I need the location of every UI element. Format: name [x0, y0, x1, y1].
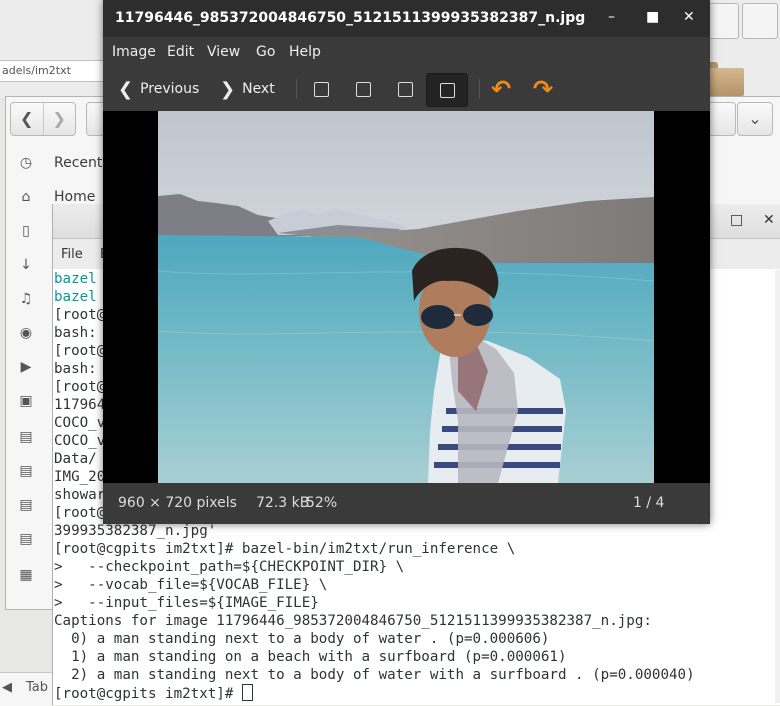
terminal-line: bazel [54, 289, 97, 305]
arrow-right-icon: ❯ [220, 78, 236, 100]
path-bar[interactable]: adels/im2txt [0, 60, 113, 82]
displayed-photo [158, 111, 654, 483]
viewer-menubar: Image Edit View Go Help [103, 37, 710, 67]
home-icon: ⌂ [21, 189, 31, 205]
chevron-down-icon: ⌄ [748, 109, 762, 128]
sidebar-item-label: Recent [54, 155, 103, 171]
terminal-line: COCO_v [54, 415, 106, 431]
download-icon: ↓ [20, 257, 32, 273]
terminal-line: IMG_20 [54, 469, 106, 485]
terminal-line: 117964 [54, 397, 106, 413]
drive-icon: ▤ [19, 531, 33, 547]
view-menu-button[interactable]: ⌄ [737, 102, 773, 136]
close-icon[interactable]: ✕ [683, 9, 695, 25]
terminal-line: Data/ [54, 451, 97, 467]
terminal-line: bash: [54, 361, 97, 377]
viewer-statusbar: 960 × 720 pixels 72.3 kB 52% 1 / 4 [103, 483, 710, 524]
zoom-in-icon [313, 81, 329, 97]
terminal-line: > --vocab_file=${VOCAB_FILE} \ [54, 577, 328, 593]
menu-file[interactable]: File [61, 247, 83, 262]
terminal-line: > --input_files=${IMAGE_FILE} [54, 595, 319, 611]
zoom-fit-icon [439, 82, 455, 98]
terminal-scrollbar[interactable] [775, 270, 780, 703]
image-viewer-window: 11796446_985372004846750_512151139993538… [103, 0, 710, 524]
toolbar-separator [296, 79, 297, 99]
terminal-line: 2) a man standing next to a body of wate… [54, 667, 695, 683]
video-icon: ▶ [20, 359, 32, 375]
viewer-toolbar: ❮ Previous ❯ Next ↶ ↷ [103, 67, 710, 111]
terminal-line: 399935382387_n.jpg' [54, 523, 217, 539]
sidebar-item[interactable]: ◷ Recent [16, 151, 103, 175]
rotate-left-button[interactable]: ↶ [481, 73, 521, 105]
close-icon[interactable]: ✕ [763, 212, 775, 228]
terminal-line: bazel [54, 271, 97, 287]
zoom-fit-button[interactable] [426, 73, 468, 107]
bottom-tab[interactable]: ◀ Tab [0, 672, 52, 706]
camera-icon: ◉ [19, 325, 33, 341]
text-cursor [241, 684, 253, 701]
sidebar-item-label: Home [54, 189, 96, 205]
previous-label: Previous [140, 81, 200, 97]
maximize-icon[interactable]: ■ [646, 9, 659, 25]
zoom-original-icon [397, 81, 413, 97]
terminal-line: showar [54, 487, 106, 503]
tab-label: Tab [26, 680, 49, 695]
music-icon: ♫ [19, 291, 33, 307]
terminal-prompt-line[interactable]: [root@cgpits im2txt]# [54, 684, 253, 702]
toolbar-separator [479, 79, 480, 99]
network-icon: ▦ [19, 567, 33, 583]
zoom-normal-button[interactable] [385, 73, 425, 105]
next-button[interactable]: ❯ Next [220, 76, 275, 102]
drive-icon: ▤ [19, 463, 33, 479]
maximize-icon[interactable]: □ [730, 212, 743, 228]
view-options-button[interactable] [742, 3, 778, 39]
terminal-line: COCO_v [54, 433, 106, 449]
viewer-title: 11796446_985372004846750_512151139993538… [115, 10, 586, 26]
zoom-out-button[interactable] [343, 73, 383, 105]
rotate-right-button[interactable]: ↷ [523, 73, 563, 105]
terminal-line: 1) a man standing on a beach with a surf… [54, 649, 567, 665]
drive-icon: ▤ [19, 429, 33, 445]
zoom-level: 52% [306, 495, 338, 511]
terminal-line: [root@ [54, 379, 106, 395]
minimize-icon[interactable]: – [608, 9, 615, 25]
menu-go[interactable]: Go [256, 44, 275, 60]
next-label: Next [242, 81, 275, 97]
terminal-line: [root@cgpits im2txt]# bazel-bin/im2txt/r… [54, 541, 516, 557]
tab-arrow-icon: ◀ [2, 680, 12, 695]
terminal-line: [root@ [54, 343, 106, 359]
zoom-out-icon [355, 81, 371, 97]
rotate-right-icon: ↷ [532, 75, 554, 103]
terminal-line: bash: [54, 325, 97, 341]
menu-view[interactable]: View [207, 44, 240, 60]
menu-edit[interactable]: Edit [167, 44, 194, 60]
trash-icon: ▣ [19, 393, 33, 409]
terminal-line: Captions for image 11796446_985372004846… [54, 613, 652, 629]
image-position: 1 / 4 [633, 495, 665, 511]
terminal-line: 0) a man standing next to a body of wate… [54, 631, 550, 647]
forward-button[interactable]: ❯ [42, 103, 76, 135]
image-dimensions: 960 × 720 pixels [118, 495, 237, 511]
zoom-in-button[interactable] [301, 73, 341, 105]
image-filesize: 72.3 kB [256, 495, 310, 511]
clock-icon: ◷ [19, 155, 33, 171]
previous-button[interactable]: ❮ Previous [118, 76, 199, 102]
viewer-titlebar: 11796446_985372004846750_512151139993538… [103, 0, 710, 37]
drive-icon: ▤ [19, 497, 33, 513]
terminal-line: [root@ [54, 307, 106, 323]
nav-buttons: ❮ ❯ [10, 102, 76, 136]
rotate-left-icon: ↶ [490, 75, 512, 103]
arrow-left-icon: ❮ [118, 78, 134, 100]
document-icon: ▯ [22, 223, 30, 239]
menu-image[interactable]: Image [112, 44, 156, 60]
menu-help[interactable]: Help [289, 44, 321, 60]
image-canvas[interactable] [103, 111, 710, 483]
terminal-prompt: [root@cgpits im2txt]# [54, 686, 242, 702]
back-button[interactable]: ❮ [11, 103, 43, 135]
terminal-line: > --checkpoint_path=${CHECKPOINT_DIR} \ [54, 559, 405, 575]
